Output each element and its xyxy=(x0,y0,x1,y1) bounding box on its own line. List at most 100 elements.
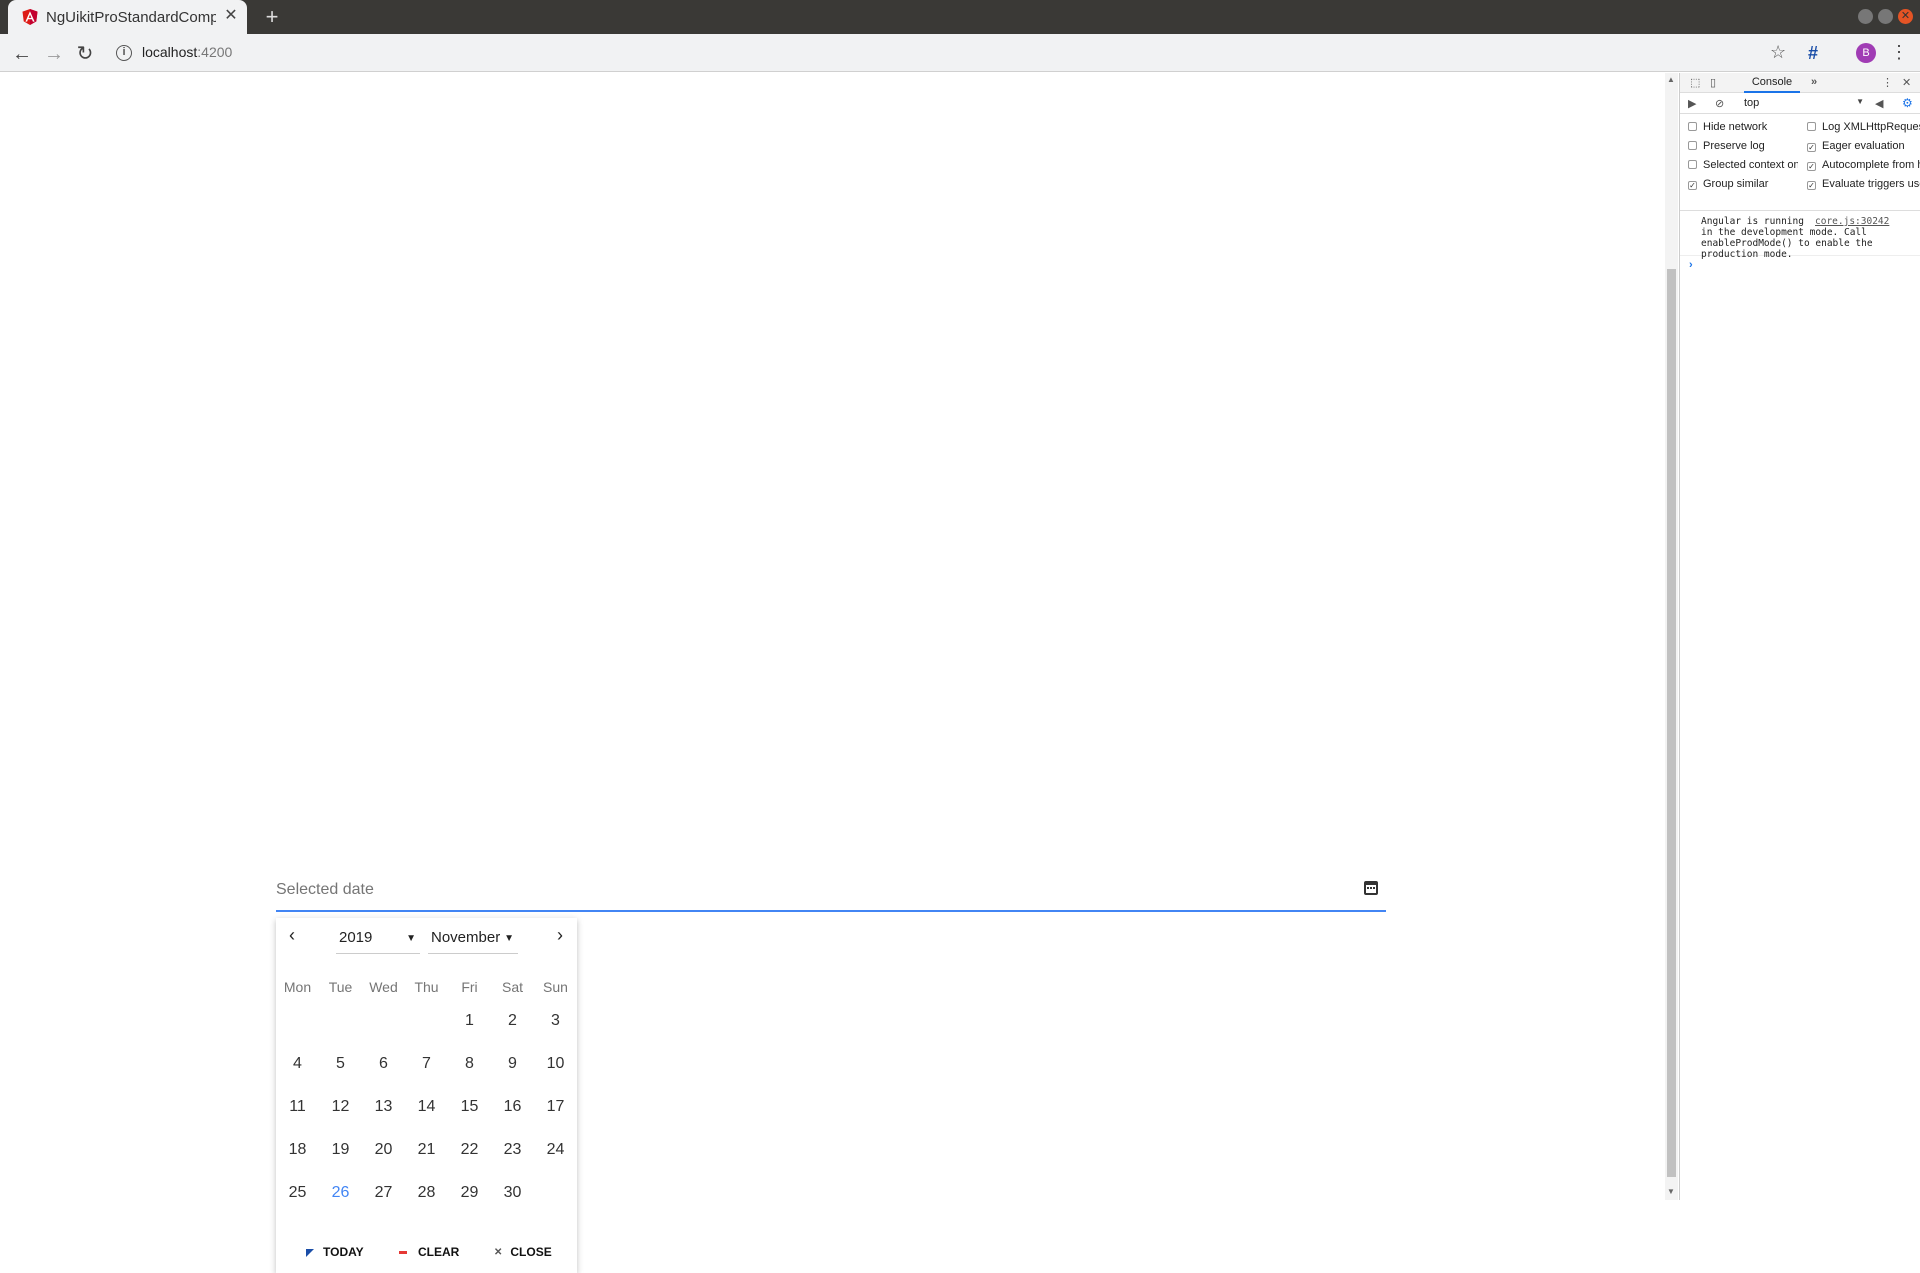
day-cell[interactable]: 21 xyxy=(405,1139,448,1182)
back-arrow-icon[interactable]: ← xyxy=(11,43,33,65)
day-cell[interactable]: 6 xyxy=(362,1053,405,1096)
console-option[interactable]: ✓ Eager evaluation xyxy=(1807,139,1920,155)
console-filterbar: ▶ ⊘ top ▼ ◀ ⚙ xyxy=(1680,94,1920,114)
clear-console-icon[interactable]: ⊘ xyxy=(1715,97,1724,110)
devtools-close-icon[interactable]: ✕ xyxy=(1902,76,1911,89)
day-blank xyxy=(319,1010,362,1053)
day-cell[interactable]: 12 xyxy=(319,1096,362,1139)
checkbox-checked-icon[interactable]: ✓ xyxy=(1688,181,1697,190)
console-option-label: Group similar xyxy=(1703,178,1769,190)
checkbox-checked-icon[interactable]: ✓ xyxy=(1807,181,1816,190)
day-cell[interactable]: 22 xyxy=(448,1139,491,1182)
console-prompt-icon[interactable]: › xyxy=(1689,259,1693,271)
checkbox-checked-icon[interactable]: ✓ xyxy=(1807,143,1816,152)
extension-icon[interactable]: # xyxy=(1808,43,1818,64)
day-cell[interactable]: 18 xyxy=(276,1139,319,1182)
day-cell[interactable]: 10 xyxy=(534,1053,577,1096)
day-cell[interactable]: 11 xyxy=(276,1096,319,1139)
date-input[interactable] xyxy=(276,876,1336,904)
address-bar[interactable]: localhost:4200 xyxy=(142,44,232,60)
day-cell[interactable]: 25 xyxy=(276,1182,319,1225)
console-option[interactable]: Selected context only xyxy=(1688,158,1798,174)
day-cell[interactable]: 19 xyxy=(319,1139,362,1182)
datepicker-footer: TODAY CLEAR ✕ CLOSE xyxy=(276,1240,577,1264)
day-cell[interactable]: 5 xyxy=(319,1053,362,1096)
page-scrollbar[interactable]: ▲ ▼ xyxy=(1665,73,1678,1200)
today-icon xyxy=(306,1248,314,1257)
day-cell[interactable]: 15 xyxy=(448,1096,491,1139)
tab-title: NgUikitProStandardComponent xyxy=(46,9,216,26)
console-option[interactable]: ✓ Group similar xyxy=(1688,177,1798,193)
day-cell[interactable]: 20 xyxy=(362,1139,405,1182)
console-option[interactable]: Hide network xyxy=(1688,120,1798,136)
clear-button[interactable]: CLEAR xyxy=(399,1240,459,1264)
console-option[interactable]: Preserve log xyxy=(1688,139,1798,155)
console-option[interactable]: Log XMLHttpRequests xyxy=(1807,120,1920,136)
gear-icon[interactable]: ⚙ xyxy=(1902,96,1913,110)
day-cell[interactable]: 27 xyxy=(362,1182,405,1225)
day-cell[interactable]: 26 xyxy=(319,1182,362,1225)
tab-close-icon[interactable]: ✕ xyxy=(222,7,240,25)
caret-down-icon: ▼ xyxy=(406,933,416,944)
today-button[interactable]: TODAY xyxy=(306,1240,364,1264)
day-cell[interactable]: 13 xyxy=(362,1096,405,1139)
day-cell[interactable]: 16 xyxy=(491,1096,534,1139)
day-cell[interactable]: 9 xyxy=(491,1053,534,1096)
console-option[interactable]: ✓ Evaluate triggers user activation xyxy=(1807,177,1920,193)
next-month-icon[interactable]: › xyxy=(552,926,568,946)
window-maximize-icon[interactable] xyxy=(1878,9,1893,24)
day-cell[interactable]: 14 xyxy=(405,1096,448,1139)
bookmark-star-icon[interactable]: ☆ xyxy=(1770,42,1786,63)
checkbox-icon[interactable] xyxy=(1688,141,1697,150)
window-close-icon[interactable]: ✕ xyxy=(1898,9,1913,24)
device-toolbar-icon[interactable]: ▯ xyxy=(1710,76,1716,89)
checkbox-icon[interactable] xyxy=(1688,160,1697,169)
devtools-menu-icon[interactable]: ⋮ xyxy=(1882,76,1893,89)
new-tab-icon[interactable]: + xyxy=(260,5,284,29)
day-cell[interactable]: 2 xyxy=(491,1010,534,1053)
day-cell[interactable]: 1 xyxy=(448,1010,491,1053)
checkbox-icon[interactable] xyxy=(1688,122,1697,131)
scroll-down-icon[interactable]: ▼ xyxy=(1667,1187,1675,1196)
site-info-icon[interactable]: i xyxy=(116,45,132,61)
console-message-source[interactable]: core.js:30242 xyxy=(1815,216,1889,227)
scrollbar-thumb[interactable] xyxy=(1667,269,1676,1177)
url-port: :4200 xyxy=(197,44,233,60)
checkbox-checked-icon[interactable]: ✓ xyxy=(1807,162,1816,171)
day-cell[interactable]: 8 xyxy=(448,1053,491,1096)
weekday-label: Sat xyxy=(501,979,523,995)
forward-arrow-icon[interactable]: → xyxy=(43,43,65,65)
day-cell[interactable]: 30 xyxy=(491,1182,534,1225)
reload-icon[interactable]: ↻ xyxy=(74,43,96,65)
console-option[interactable]: ✓ Autocomplete from history xyxy=(1807,158,1920,174)
day-cell[interactable]: 4 xyxy=(276,1053,319,1096)
day-cell[interactable]: 7 xyxy=(405,1053,448,1096)
context-select[interactable]: top ▼ xyxy=(1744,97,1864,111)
profile-avatar[interactable]: B xyxy=(1856,43,1876,63)
month-select[interactable]: November ▼ xyxy=(428,928,518,954)
more-tabs-icon[interactable]: » xyxy=(1811,76,1817,88)
day-cell[interactable]: 29 xyxy=(448,1182,491,1225)
window-minimize-icon[interactable] xyxy=(1858,9,1873,24)
day-cell[interactable]: 3 xyxy=(534,1010,577,1053)
day-cell[interactable]: 28 xyxy=(405,1182,448,1225)
inspect-element-icon[interactable]: ⬚ xyxy=(1690,76,1700,89)
today-label: TODAY xyxy=(323,1245,364,1259)
checkbox-icon[interactable] xyxy=(1807,122,1816,131)
calendar-icon[interactable] xyxy=(1364,881,1378,895)
prev-month-icon[interactable]: ‹ xyxy=(284,926,300,946)
console-sidebar-icon[interactable]: ▶ xyxy=(1688,97,1696,110)
close-button[interactable]: ✕ CLOSE xyxy=(494,1240,552,1264)
browser-menu-icon[interactable]: ⋮ xyxy=(1890,42,1908,63)
day-cell[interactable]: 23 xyxy=(491,1139,534,1182)
tab-console[interactable]: Console xyxy=(1744,73,1800,93)
console-option-label: Hide network xyxy=(1703,121,1768,133)
weekday-label: Wed xyxy=(369,979,398,995)
year-select[interactable]: 2019 ▼ xyxy=(336,928,420,954)
day-cell[interactable]: 17 xyxy=(534,1096,577,1139)
console-option-label: Log XMLHttpRequests xyxy=(1822,121,1920,133)
scroll-up-icon[interactable]: ▲ xyxy=(1667,75,1675,84)
browser-tab[interactable]: NgUikitProStandardComponent ✕ xyxy=(8,0,247,34)
caret-left-icon[interactable]: ◀ xyxy=(1875,97,1883,110)
day-cell[interactable]: 24 xyxy=(534,1139,577,1182)
